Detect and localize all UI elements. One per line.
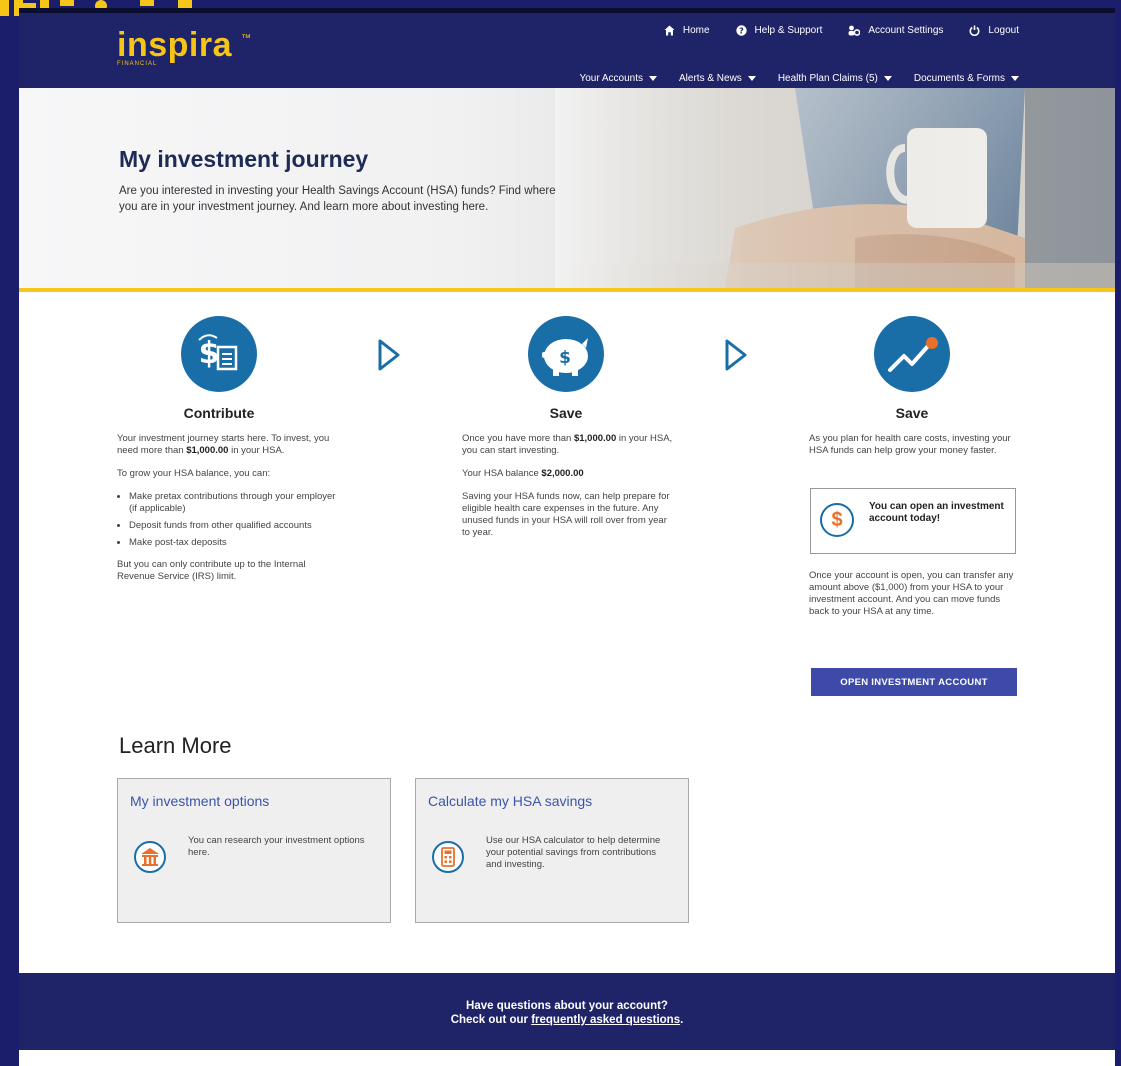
hero-banner: My investment journey Are you interested… <box>19 88 1115 288</box>
site-footer: Have questions about your account? Check… <box>19 973 1115 1050</box>
gold-divider <box>19 288 1115 292</box>
nav-documents-label: Documents & Forms <box>913 73 1005 84</box>
save-description: Saving your HSA funds now, can help prep… <box>462 491 670 538</box>
nav-help-label: Help & Support <box>754 25 823 36</box>
contribute-list-intro: To grow your HSA balance, you can: <box>117 468 271 479</box>
nav-alerts-label: Alerts & News <box>679 73 742 84</box>
inspira-logo[interactable]: inspira FINANCIAL ™ <box>117 26 251 67</box>
nav-health-plan-claims[interactable]: Health Plan Claims (5) <box>778 73 892 84</box>
utility-nav: Home ? Help & Support Account Settings L… <box>664 25 1019 36</box>
hero-title: My investment journey <box>119 146 369 172</box>
calculator-icon <box>432 841 464 873</box>
save-threshold: $1,000.00 <box>573 433 617 444</box>
nav-alerts-news[interactable]: Alerts & News <box>679 73 756 84</box>
power-icon <box>969 25 980 36</box>
card-investment-options[interactable]: My investment options You can research y… <box>117 778 391 923</box>
bank-building-icon <box>134 841 166 873</box>
list-item: Make pretax contributions through your e… <box>129 491 337 515</box>
hero-description: Are you interested in investing your Hea… <box>119 185 556 213</box>
card-investment-options-text: You can research your investment options… <box>188 835 365 858</box>
piggy-bank-icon: $ <box>528 316 604 392</box>
step-invest-intro: As you plan for health care costs, inves… <box>809 433 1011 456</box>
step-contribute-text: Your investment journey starts here. To … <box>117 433 337 594</box>
site-header: inspira FINANCIAL ™ Home ? Help & Suppor… <box>19 8 1115 88</box>
nav-documents-forms[interactable]: Documents & Forms <box>914 73 1019 84</box>
card-investment-options-title[interactable]: My investment options <box>130 793 269 809</box>
nav-account-settings[interactable]: Account Settings <box>848 25 943 36</box>
chevron-down-icon <box>747 76 756 81</box>
card-hsa-savings-title[interactable]: Calculate my HSA savings <box>428 793 592 809</box>
step-arrow-icon <box>378 339 400 371</box>
nav-logout[interactable]: Logout <box>969 25 1019 36</box>
step-save-text: Once you have more than $1,000.00 in you… <box>462 433 677 550</box>
card-hsa-savings-text: Use our HSA calculator to help determine… <box>486 835 661 870</box>
faq-link[interactable]: frequently asked questions <box>531 1014 680 1026</box>
contribute-outro: But you can only contribute up to the In… <box>117 559 306 582</box>
chevron-down-icon <box>883 76 892 81</box>
contribute-bullet-list: Make pretax contributions through your e… <box>117 491 337 549</box>
main-nav: Your Accounts Alerts & News Health Plan … <box>579 73 1019 84</box>
nav-your-accounts[interactable]: Your Accounts <box>579 73 658 84</box>
footer-question: Have questions about your account? <box>466 1000 668 1012</box>
card-hsa-savings[interactable]: Calculate my HSA savings Use our HSA cal… <box>415 778 689 923</box>
page-frame: inspira FINANCIAL ™ Home ? Help & Suppor… <box>19 8 1115 1066</box>
growth-chart-icon <box>874 316 950 392</box>
step-save-title: Save <box>549 405 583 421</box>
step-arrow-icon <box>725 339 747 371</box>
chevron-down-icon <box>649 76 658 81</box>
nav-claims-label: Health Plan Claims (5) <box>777 73 878 84</box>
home-icon <box>664 25 675 36</box>
learn-more-title: Learn More <box>119 733 232 758</box>
footer-faq-line: Check out our frequently asked questions… <box>450 1014 684 1026</box>
svg-text:?: ? <box>739 26 744 35</box>
svg-text:$: $ <box>559 348 571 368</box>
open-investment-account-button[interactable]: OPEN INVESTMENT ACCOUNT <box>811 668 1017 696</box>
list-item: Make post-tax deposits <box>129 537 337 549</box>
nav-settings-label: Account Settings <box>868 25 944 36</box>
logo-subtext: FINANCIAL <box>117 61 158 67</box>
chevron-down-icon <box>1011 76 1019 81</box>
nav-home-label: Home <box>682 25 710 36</box>
step-invest-title: Save <box>895 405 929 421</box>
dollar-icon: $ <box>820 503 854 537</box>
step-invest-transfer-text: Once your account is open, you can trans… <box>809 570 1014 617</box>
logo-trademark: ™ <box>241 33 251 44</box>
settings-icon <box>848 25 861 36</box>
nav-your-accounts-label: Your Accounts <box>579 73 644 84</box>
nav-logout-label: Logout <box>988 25 1019 36</box>
open-account-callout: $ You can open an investment account tod… <box>810 488 1016 554</box>
hsa-balance-value: $2,000.00 <box>541 468 584 479</box>
list-item: Deposit funds from other qualified accou… <box>129 520 337 532</box>
hero-photo <box>555 88 1115 288</box>
nav-help-support[interactable]: ? Help & Support <box>735 25 823 36</box>
callout-text: You can open an investment account today… <box>869 501 1004 524</box>
help-icon: ? <box>735 25 747 36</box>
contribute-threshold: $1,000.00 <box>186 445 229 456</box>
svg-text:$: $ <box>199 336 220 371</box>
nav-home[interactable]: Home <box>664 25 710 36</box>
dollar-document-icon: $ <box>181 316 257 392</box>
logo-wordmark: inspira <box>117 26 232 64</box>
step-contribute-title: Contribute <box>183 405 255 421</box>
